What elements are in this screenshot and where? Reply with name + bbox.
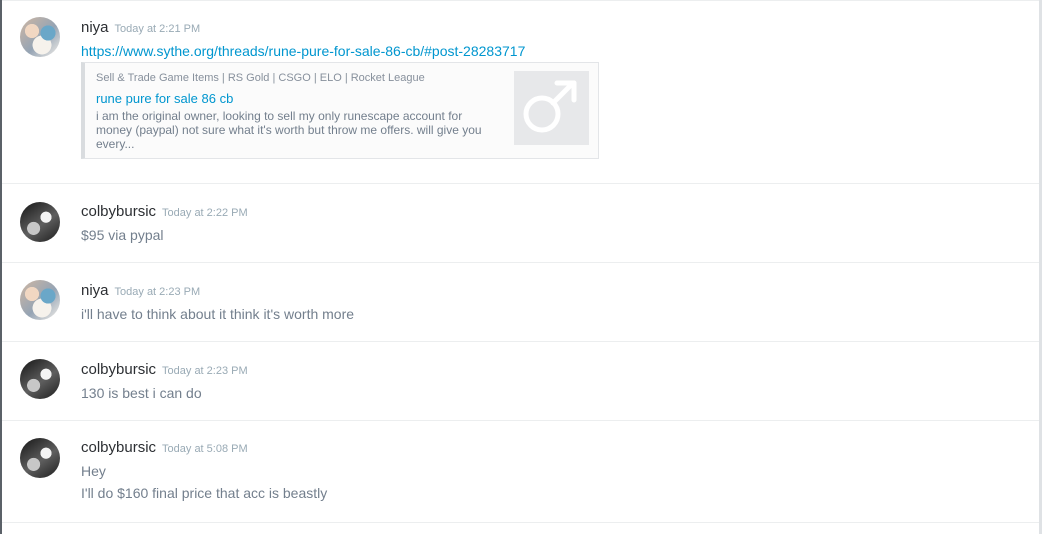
username[interactable]: colbybursic: [81, 439, 156, 456]
avatar[interactable]: [20, 202, 60, 242]
timestamp[interactable]: Today at 2:23 PM: [115, 286, 201, 298]
message-text: I'll do $160 final price that acc is bea…: [81, 485, 328, 501]
message-group-5: colbybursic Today at 5:08 PM Hey I'll do …: [2, 421, 1039, 523]
username[interactable]: colbybursic: [81, 361, 156, 378]
male-symbol-icon: [523, 80, 577, 133]
message-text: Hey: [81, 463, 106, 479]
embed-title-link[interactable]: rune pure for sale 86 cb: [96, 91, 233, 106]
message-group-3: niya Today at 2:23 PM i'll have to think …: [2, 263, 1039, 342]
message-link[interactable]: https://www.sythe.org/threads/rune-pure-…: [81, 42, 525, 60]
embed-description: i am the original owner, looking to sell…: [96, 109, 482, 151]
message-header: colbybursic Today at 2:23 PM: [81, 361, 248, 381]
message-text: i'll have to think about it think it's w…: [81, 306, 355, 322]
message-group-1: niya Today at 2:21 PM https://www.sythe.o…: [2, 0, 1039, 184]
avatar[interactable]: [20, 438, 60, 478]
message-text: $95 via pypal: [81, 227, 164, 243]
message-header: colbybursic Today at 5:08 PM: [81, 439, 248, 459]
message-header: colbybursic Today at 2:22 PM: [81, 203, 248, 223]
username[interactable]: niya: [81, 282, 109, 299]
message-header: niya Today at 2:23 PM: [81, 282, 200, 302]
timestamp[interactable]: Today at 2:23 PM: [162, 365, 248, 377]
link-embed: Sell & Trade Game Items | RS Gold | CSGO…: [81, 62, 599, 159]
message-group-4: colbybursic Today at 2:23 PM 130 is best …: [2, 342, 1039, 421]
username[interactable]: colbybursic: [81, 203, 156, 220]
embed-provider: Sell & Trade Game Items | RS Gold | CSGO…: [96, 72, 425, 84]
timestamp[interactable]: Today at 5:08 PM: [162, 443, 248, 455]
avatar[interactable]: [20, 359, 60, 399]
timestamp[interactable]: Today at 2:22 PM: [162, 207, 248, 219]
avatar[interactable]: [20, 280, 60, 320]
timestamp[interactable]: Today at 2:21 PM: [115, 23, 201, 35]
message-text: 130 is best i can do: [81, 385, 202, 401]
embed-thumbnail[interactable]: [514, 71, 589, 145]
username[interactable]: niya: [81, 19, 109, 36]
avatar[interactable]: [20, 17, 60, 57]
message-header: niya Today at 2:21 PM: [81, 19, 200, 39]
message-group-2: colbybursic Today at 2:22 PM $95 via pypa…: [2, 184, 1039, 263]
